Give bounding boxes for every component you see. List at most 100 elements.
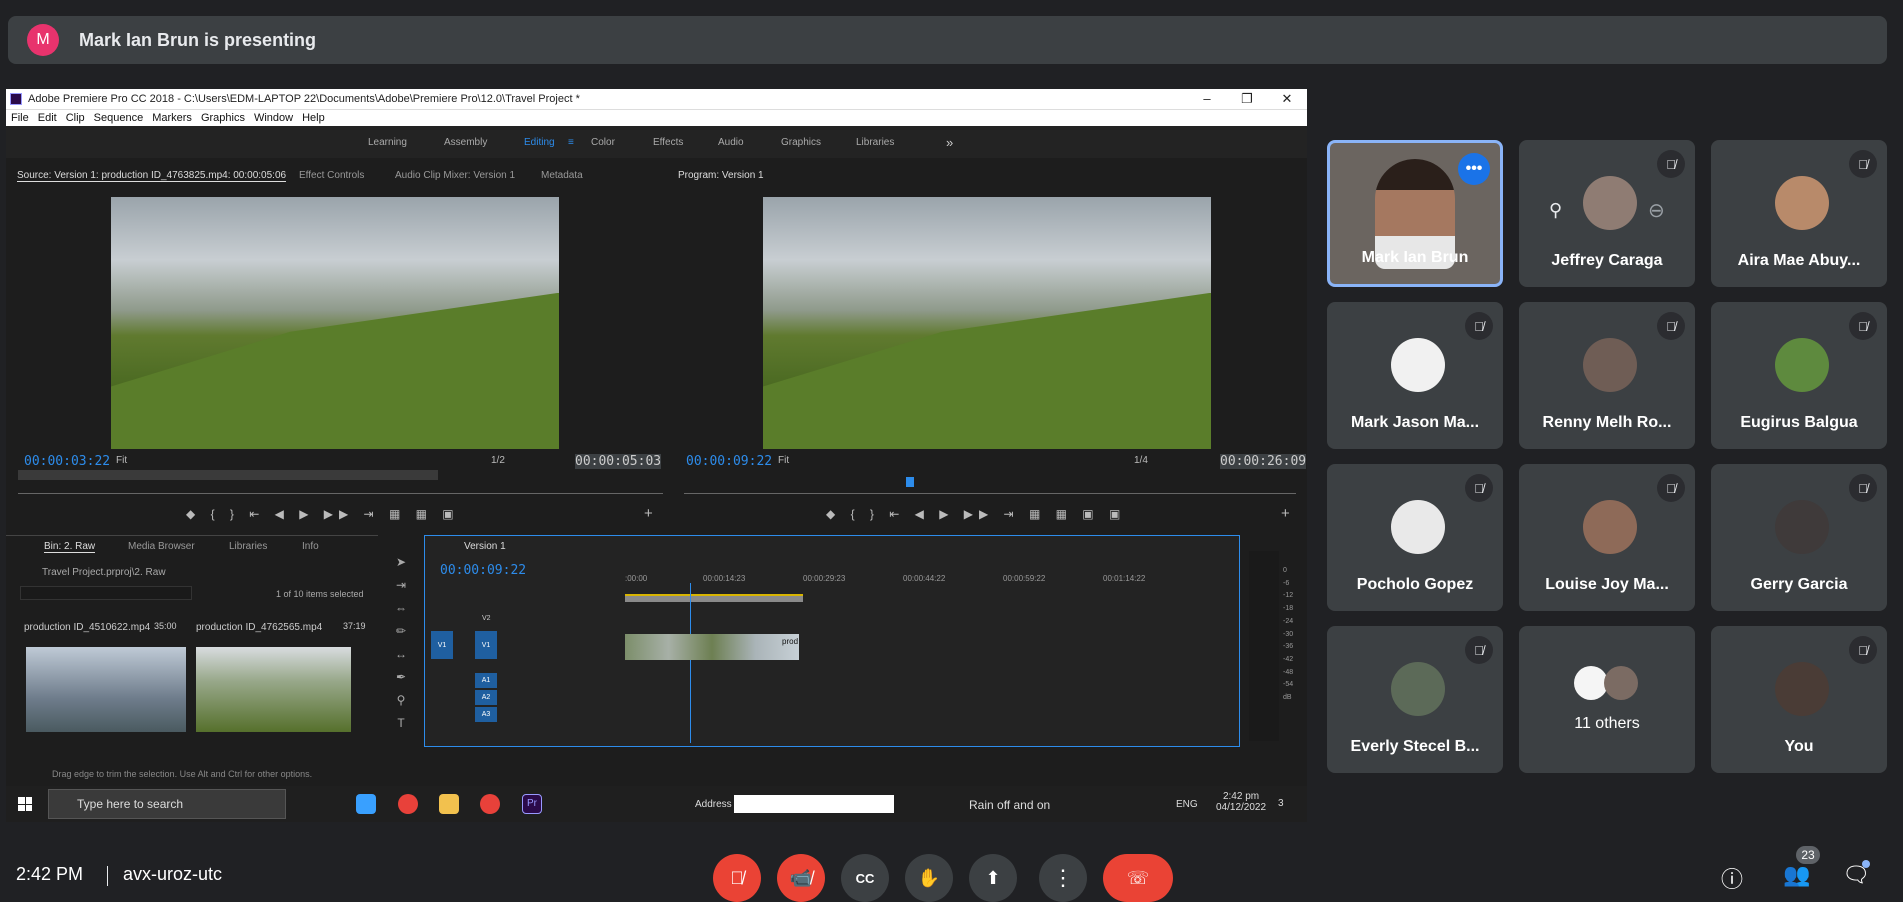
participant-tile-everly-stecel[interactable]: 🎙̸ Everly Stecel B... (1327, 626, 1503, 773)
presenter-avatar: M (27, 24, 59, 56)
source-resolution-select[interactable]: 1/2 (491, 455, 505, 466)
timeline-playhead[interactable] (690, 583, 691, 743)
meeting-info-icon[interactable]: ⓘ (1721, 862, 1743, 894)
program-playhead-icon[interactable] (906, 477, 914, 487)
minimize-icon[interactable]: – (1187, 89, 1227, 109)
program-fit-select[interactable]: Fit (778, 455, 789, 466)
program-timecode-current[interactable]: 00:00:09:22 (686, 454, 772, 469)
people-icon[interactable]: 👥 (1783, 862, 1810, 888)
tab-libraries[interactable]: Libraries (229, 541, 267, 552)
participant-name: Aira Mae Abuy... (1737, 252, 1861, 269)
edge-icon[interactable] (356, 794, 376, 814)
taskbar-clock[interactable]: 2:42 pm 04/12/2022 (1216, 791, 1266, 813)
menu-markers[interactable]: Markers (152, 112, 192, 124)
notification-count[interactable]: 3 (1278, 798, 1284, 809)
more-options-button[interactable]: ⋮ (1039, 854, 1087, 902)
ws-learning[interactable]: Learning (368, 137, 407, 148)
avatar (1391, 500, 1445, 554)
avatar (1775, 176, 1829, 230)
source-add-button[interactable]: + (644, 505, 659, 522)
sequence-timecode[interactable]: 00:00:09:22 (440, 563, 526, 578)
ws-assembly[interactable]: Assembly (444, 137, 487, 148)
windows-start-icon[interactable] (18, 797, 32, 811)
menu-edit[interactable]: Edit (38, 112, 57, 124)
clip2-thumbnail[interactable] (196, 647, 351, 732)
pin-icon[interactable]: ⚲ (1549, 200, 1562, 221)
tab-program[interactable]: Program: Version 1 (678, 170, 764, 181)
file-explorer-icon[interactable] (439, 794, 459, 814)
ws-audio[interactable]: Audio (718, 137, 744, 148)
mic-toggle-button[interactable]: 🎙̸ (713, 854, 761, 902)
ws-effects[interactable]: Effects (653, 137, 683, 148)
program-transport-controls[interactable]: ◆ { } ⇤ ◀ ▶ ▶▶ ⇥ ▦ ▦ ▣ ▣ (826, 507, 1126, 521)
program-scrub-bar[interactable] (684, 493, 1296, 494)
participant-tile-mark-ian-brun[interactable]: ••• Mark Ian Brun (1327, 140, 1503, 287)
participant-tile-eugirus-balgua[interactable]: 🎙̸ Eugirus Balgua (1711, 302, 1887, 449)
menu-window[interactable]: Window (254, 112, 293, 124)
tab-media-browser[interactable]: Media Browser (128, 541, 195, 552)
ruler-tick-4: 00:00:59:22 (1003, 574, 1046, 583)
remove-icon[interactable]: ⊖ (1648, 198, 1665, 223)
clip1-thumbnail[interactable] (26, 647, 186, 732)
participant-tile-mark-jason[interactable]: 🎙̸ Mark Jason Ma... (1327, 302, 1503, 449)
participant-tile-others[interactable]: 11 others (1519, 626, 1695, 773)
tab-source[interactable]: Source: Version 1: production ID_4763825… (17, 170, 287, 182)
language-text[interactable]: ENG (1176, 799, 1198, 810)
participant-tile-renny-melh[interactable]: 🎙̸ Renny Melh Ro... (1519, 302, 1695, 449)
timeline-video-clips[interactable] (625, 634, 799, 660)
weather-text[interactable]: Rain off and on (969, 798, 1050, 812)
track-v1-source-target[interactable]: V1 (431, 631, 453, 659)
participant-name: Louise Joy Ma... (1545, 576, 1669, 593)
ws-graphics[interactable]: Graphics (781, 137, 821, 148)
participant-tile-you[interactable]: 🎙̸ You (1711, 626, 1887, 773)
program-add-button[interactable]: + (1281, 505, 1296, 522)
source-zoom-bar[interactable] (18, 470, 438, 480)
track-a1-label[interactable]: A1 (475, 673, 497, 688)
ws-editing-menu-icon[interactable]: ≡ (568, 137, 574, 148)
taskbar-search-input[interactable]: Type here to search (48, 789, 286, 819)
participant-tile-pocholo-gopez[interactable]: 🎙̸ Pocholo Gopez (1327, 464, 1503, 611)
chrome-icon-2[interactable] (480, 794, 500, 814)
tab-bin-raw[interactable]: Bin: 2. Raw (44, 541, 96, 553)
menu-clip[interactable]: Clip (66, 112, 85, 124)
participant-tile-aira-mae[interactable]: 🎙̸ Aira Mae Abuy... (1711, 140, 1887, 287)
work-area-bar[interactable] (625, 594, 803, 602)
restore-icon[interactable]: ❐ (1227, 89, 1267, 109)
source-scrub-bar[interactable] (18, 493, 663, 494)
tools-panel[interactable]: ➤ ⇥ ⇔ ✏ ↔ ✒ ⚲ T (391, 551, 411, 730)
tab-sequence[interactable]: Version 1 (464, 541, 506, 552)
participant-tile-jeffrey-caraga[interactable]: 🎙̸ ⚲ ⊖ Jeffrey Caraga (1519, 140, 1695, 287)
premiere-taskbar-icon[interactable]: Pr (522, 794, 542, 814)
ws-editing[interactable]: Editing (524, 137, 555, 148)
captions-button[interactable]: CC (841, 854, 889, 902)
project-search-input[interactable] (20, 586, 192, 600)
close-icon[interactable]: ✕ (1267, 89, 1307, 109)
ws-overflow-icon[interactable]: » (946, 135, 953, 150)
menu-graphics[interactable]: Graphics (201, 112, 245, 124)
track-a2-label[interactable]: A2 (475, 690, 497, 705)
camera-toggle-button[interactable]: 📹̸ (777, 854, 825, 902)
track-a3-label[interactable]: A3 (475, 707, 497, 722)
participant-tile-louise-joy[interactable]: 🎙̸ Louise Joy Ma... (1519, 464, 1695, 611)
more-options-icon[interactable]: ••• (1458, 153, 1490, 185)
address-input[interactable] (734, 795, 894, 813)
tab-info[interactable]: Info (302, 541, 319, 552)
ws-libraries[interactable]: Libraries (856, 137, 894, 148)
source-transport-controls[interactable]: ◆ { } ⇤ ◀ ▶ ▶▶ ⇥ ▦ ▦ ▣ (186, 507, 460, 521)
menu-file[interactable]: File (11, 112, 29, 124)
tab-metadata[interactable]: Metadata (541, 170, 583, 181)
source-fit-select[interactable]: Fit (116, 455, 127, 466)
tab-audio-clip-mixer[interactable]: Audio Clip Mixer: Version 1 (395, 170, 515, 181)
menu-sequence[interactable]: Sequence (94, 112, 144, 124)
raise-hand-button[interactable]: ✋ (905, 854, 953, 902)
ws-color[interactable]: Color (591, 137, 615, 148)
program-resolution-select[interactable]: 1/4 (1134, 455, 1148, 466)
present-screen-button[interactable]: ⬆ (969, 854, 1017, 902)
participant-tile-gerry-garcia[interactable]: 🎙̸ Gerry Garcia (1711, 464, 1887, 611)
track-v1-label[interactable]: V1 (475, 631, 497, 659)
chrome-icon[interactable] (398, 794, 418, 814)
tab-effect-controls[interactable]: Effect Controls (299, 170, 364, 181)
menu-help[interactable]: Help (302, 112, 325, 124)
end-call-button[interactable]: ☏ (1103, 854, 1173, 902)
source-timecode-current[interactable]: 00:00:03:22 (24, 454, 110, 469)
